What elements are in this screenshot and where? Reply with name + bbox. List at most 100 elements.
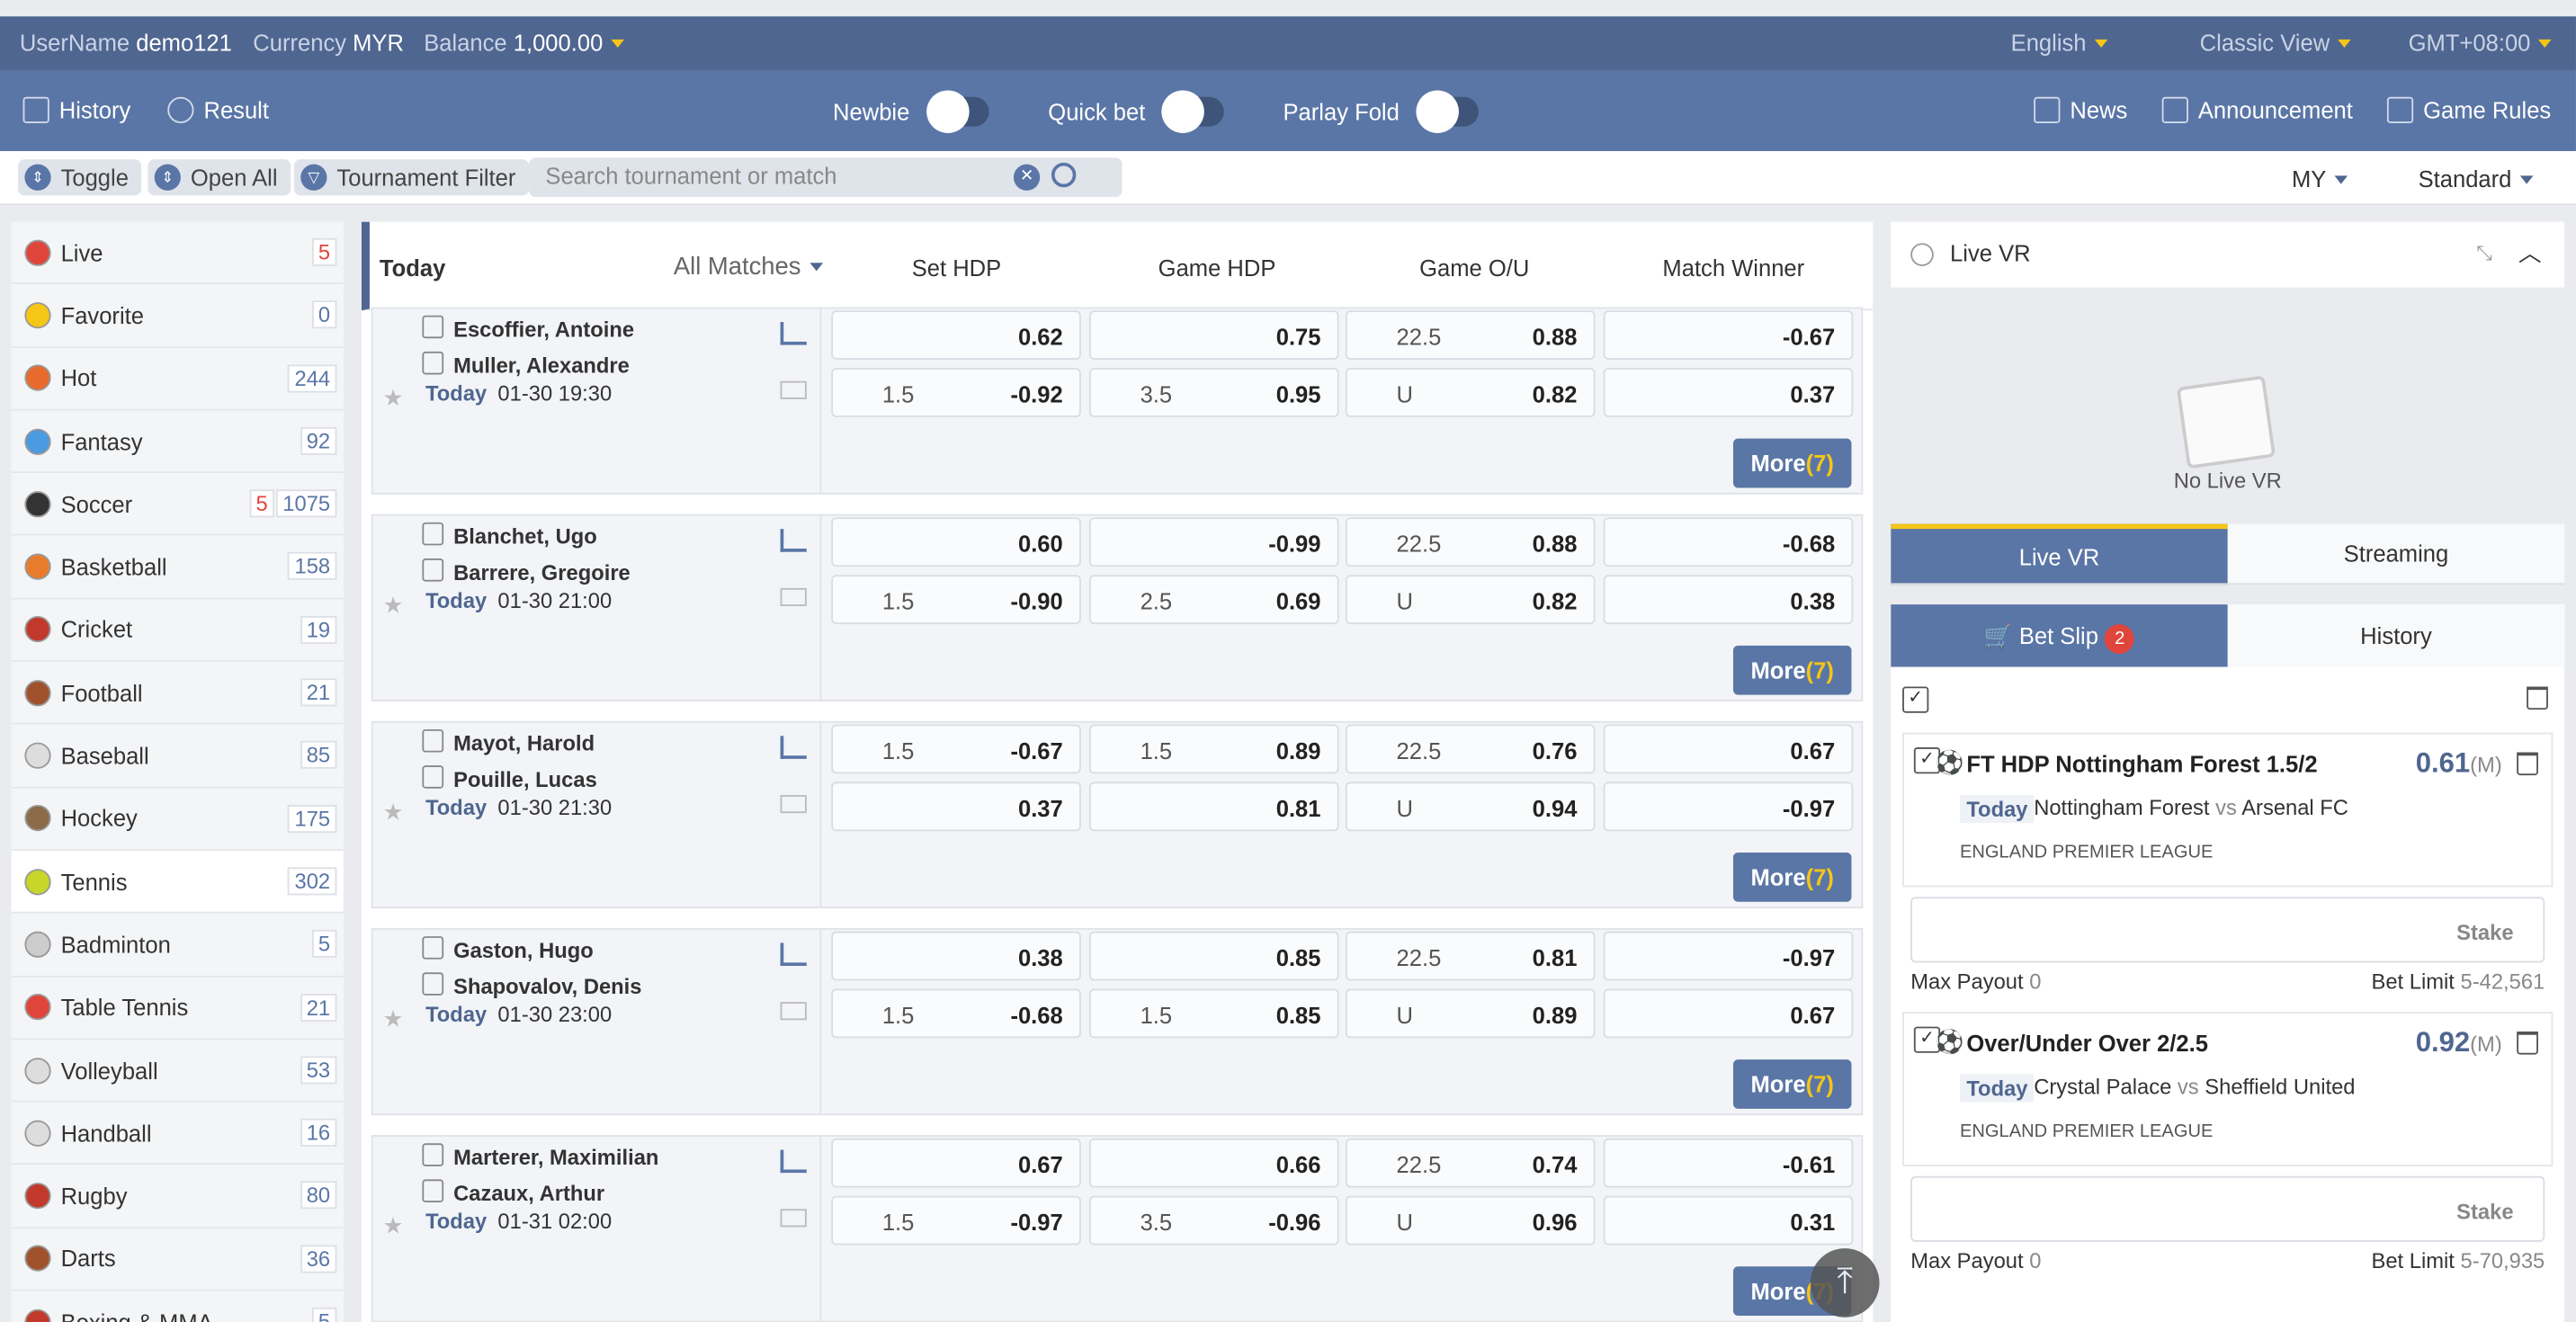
odds-cell[interactable]: U 0.96 (1345, 1195, 1596, 1246)
odds-cell[interactable]: -0.97 (1603, 782, 1854, 832)
odds-cell[interactable]: 1.5 -0.67 (831, 724, 1081, 774)
odds-cell[interactable]: 22.5 0.76 (1345, 724, 1596, 774)
more-button[interactable]: More(7) (1732, 1059, 1852, 1109)
tournament-filter-button[interactable]: ▽ Tournament Filter (293, 159, 530, 196)
select-all-checkbox[interactable]: ✓ (1902, 686, 1929, 713)
odds-cell[interactable]: 0.60 (831, 517, 1081, 567)
odds-cell[interactable]: 0.38 (831, 931, 1081, 981)
stats-icon[interactable] (780, 321, 807, 345)
game-rules-link[interactable]: Game Rules (2386, 96, 2551, 123)
player-away[interactable]: Cazaux, Arthur (422, 1179, 604, 1205)
odds-cell[interactable]: U 0.82 (1345, 368, 1596, 417)
sidebar-item-hockey[interactable]: Hockey 175 (11, 788, 344, 852)
star-icon[interactable]: ★ (383, 1005, 404, 1033)
star-icon[interactable]: ★ (383, 1212, 404, 1240)
parlay-fold-switch[interactable] (1416, 90, 1479, 133)
star-icon[interactable]: ★ (383, 799, 404, 826)
balance-dropdown[interactable]: Balance 1,000.00 (424, 30, 625, 56)
sidebar-item-table-tennis[interactable]: Table Tennis 21 (11, 976, 344, 1040)
player-away[interactable]: Barrere, Gregoire (422, 558, 631, 585)
tv-icon[interactable] (780, 587, 807, 606)
odds-cell[interactable]: 0.31 (1603, 1195, 1854, 1246)
back-to-top-button[interactable]: ⤒ (1810, 1248, 1880, 1318)
tv-icon[interactable] (780, 1002, 807, 1021)
open-all-button[interactable]: ⇕ Open All (148, 159, 291, 196)
odds-cell[interactable]: 0.81 (1088, 782, 1339, 832)
more-button[interactable]: More(7) (1732, 645, 1852, 695)
tab-bet-slip[interactable]: 🛒 Bet Slip 2 (1891, 604, 2228, 667)
sidebar-item-rugby[interactable]: Rugby 80 (11, 1165, 344, 1228)
player-home[interactable]: Escoffier, Antoine (422, 316, 634, 342)
odds-cell[interactable]: 2.5 0.69 (1088, 575, 1339, 625)
odds-cell[interactable]: 0.67 (1603, 724, 1854, 774)
star-icon[interactable]: ★ (383, 384, 404, 412)
trash-icon[interactable] (2517, 1032, 2538, 1055)
sidebar-item-live[interactable]: Live 5 (11, 221, 344, 285)
odds-cell[interactable]: -0.67 (1603, 310, 1854, 361)
odds-cell[interactable]: -0.97 (1603, 931, 1854, 981)
star-icon[interactable]: ★ (383, 592, 404, 620)
odds-cell[interactable]: 22.5 0.81 (1345, 931, 1596, 981)
odds-cell[interactable]: 0.67 (1603, 988, 1854, 1039)
odds-cell[interactable]: 1.5 -0.90 (831, 575, 1081, 625)
odds-cell[interactable]: 0.67 (831, 1138, 1081, 1188)
language-dropdown[interactable]: English (2011, 30, 2108, 56)
sidebar-item-soccer[interactable]: Soccer 5 1075 (11, 473, 344, 537)
sidebar-item-darts[interactable]: Darts 36 (11, 1228, 344, 1291)
sidebar-item-hot[interactable]: Hot 244 (11, 347, 344, 411)
tv-icon[interactable] (780, 795, 807, 814)
stats-icon[interactable] (780, 529, 807, 552)
odds-cell[interactable]: 22.5 0.88 (1345, 310, 1596, 361)
stats-icon[interactable] (780, 736, 807, 759)
trash-icon[interactable] (2517, 752, 2538, 776)
more-button[interactable]: More(7) (1732, 852, 1852, 902)
history-link[interactable]: History (22, 96, 131, 123)
search-input[interactable]: Search tournament or match ✕ (529, 157, 1123, 198)
player-home[interactable]: Gaston, Hugo (422, 936, 594, 962)
player-home[interactable]: Blanchet, Ugo (422, 523, 597, 549)
odds-cell[interactable]: 0.38 (1603, 575, 1854, 625)
odds-cell[interactable]: 1.5 -0.97 (831, 1195, 1081, 1246)
odds-cell[interactable]: 22.5 0.88 (1345, 517, 1596, 567)
tab-history[interactable]: History (2227, 604, 2565, 667)
newbie-switch[interactable] (926, 90, 989, 133)
sidebar-item-baseball[interactable]: Baseball 85 (11, 725, 344, 789)
odds-cell[interactable]: 0.37 (1603, 368, 1854, 417)
search-icon[interactable] (1051, 162, 1077, 188)
player-away[interactable]: Shapovalov, Denis (422, 972, 641, 998)
sidebar-item-volleyball[interactable]: Volleyball 53 (11, 1039, 344, 1103)
odds-cell[interactable]: -0.61 (1603, 1138, 1854, 1188)
sidebar-item-football[interactable]: Football 21 (11, 662, 344, 726)
sidebar-item-boxing-mma[interactable]: Boxing & MMA 5 (11, 1291, 344, 1322)
view-dropdown[interactable]: Classic View (2200, 30, 2351, 56)
quick-bet-toggle[interactable]: Quick bet (1048, 90, 1224, 133)
tab-live-vr[interactable]: Live VR (1891, 523, 2228, 585)
sidebar-item-tennis[interactable]: Tennis 302 (11, 851, 344, 915)
region-dropdown[interactable]: MY (2292, 165, 2348, 192)
odds-cell[interactable]: 0.62 (831, 310, 1081, 361)
sidebar-item-favorite[interactable]: Favorite 0 (11, 284, 344, 348)
trash-icon[interactable] (2527, 686, 2548, 710)
collapse-icon[interactable]: ⤡ (2476, 241, 2492, 265)
odds-cell[interactable]: 3.5 0.95 (1088, 368, 1339, 417)
odds-cell[interactable]: 0.85 (1088, 931, 1339, 981)
tab-streaming[interactable]: Streaming (2227, 523, 2565, 585)
stake-input[interactable]: Stake (1910, 1175, 2545, 1242)
odds-cell[interactable]: -0.68 (1603, 517, 1854, 567)
tv-icon[interactable] (780, 1209, 807, 1228)
player-home[interactable]: Marterer, Maximilian (422, 1143, 658, 1169)
odds-cell[interactable]: U 0.94 (1345, 782, 1596, 832)
odds-cell[interactable]: 1.5 0.89 (1088, 724, 1339, 774)
parlay-fold-toggle[interactable]: Parlay Fold (1283, 90, 1479, 133)
odds-cell[interactable]: 0.75 (1088, 310, 1339, 361)
newbie-toggle[interactable]: Newbie (833, 90, 989, 133)
announcement-link[interactable]: Announcement (2161, 96, 2353, 123)
clear-icon[interactable]: ✕ (1013, 164, 1041, 191)
timezone-dropdown[interactable]: GMT+08:00 (2409, 30, 2553, 56)
odds-cell[interactable]: 22.5 0.74 (1345, 1138, 1596, 1188)
sidebar-item-basketball[interactable]: Basketball 158 (11, 536, 344, 600)
all-matches-dropdown[interactable]: All Matches (674, 253, 823, 281)
toggle-button[interactable]: ⇕ Toggle (18, 159, 142, 196)
odds-cell[interactable]: U 0.82 (1345, 575, 1596, 625)
sidebar-item-cricket[interactable]: Cricket 19 (11, 599, 344, 663)
